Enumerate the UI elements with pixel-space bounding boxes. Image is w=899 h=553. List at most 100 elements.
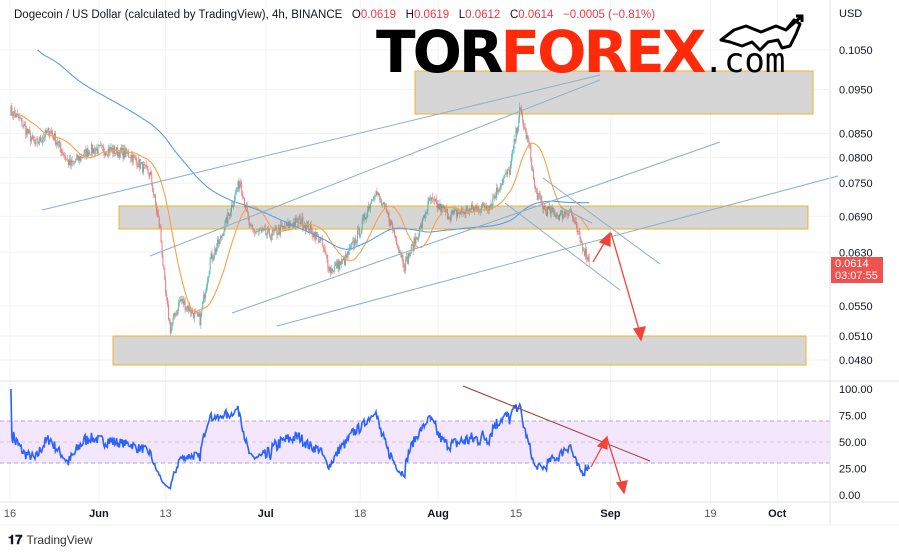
- candle: [144, 164, 146, 170]
- candle: [585, 246, 587, 263]
- candle: [215, 247, 217, 255]
- candle: [95, 144, 97, 151]
- candle: [221, 233, 223, 241]
- candle: [15, 109, 17, 118]
- candle: [177, 308, 179, 316]
- candle: [379, 193, 381, 204]
- candle: [360, 229, 362, 235]
- candle: [33, 135, 35, 144]
- candle: [198, 310, 200, 318]
- candle: [584, 247, 586, 257]
- candle: [79, 156, 81, 163]
- candle: [150, 167, 152, 175]
- candle: [140, 158, 142, 170]
- candle: [184, 296, 186, 314]
- candle: [129, 154, 131, 163]
- tradingview-logo[interactable]: 𝟏𝟕 TradingView: [8, 532, 93, 548]
- candle: [47, 127, 49, 133]
- candle: [243, 195, 245, 200]
- candle: [142, 161, 144, 175]
- candle: [191, 309, 193, 317]
- candle: [213, 253, 215, 261]
- candle: [218, 236, 219, 249]
- candle: [432, 197, 434, 204]
- symbol-title[interactable]: Dogecoin / US Dollar (calculated by Trad…: [14, 9, 342, 21]
- candle: [190, 308, 192, 318]
- candle: [327, 254, 329, 273]
- candle: [67, 159, 69, 168]
- candle: [104, 147, 106, 159]
- tradingview-logo-icon: 𝟏𝟕: [8, 532, 23, 547]
- candle: [358, 226, 360, 239]
- candle: [44, 128, 46, 142]
- candle: [118, 151, 120, 161]
- candle: [10, 105, 12, 117]
- candle: [64, 151, 66, 161]
- candle: [43, 134, 45, 143]
- candle: [145, 160, 147, 169]
- time-tick-label: 19: [704, 508, 716, 520]
- rsi-axis[interactable]: 100.00 75.00 50.00 25.00 0.00: [839, 384, 873, 502]
- candle: [91, 144, 93, 158]
- candle: [493, 193, 495, 199]
- time-tick-label: 15: [510, 508, 522, 520]
- candle: [206, 276, 208, 291]
- candle: [172, 313, 174, 326]
- candle: [405, 255, 407, 274]
- candle: [515, 125, 517, 144]
- candle: [238, 177, 240, 193]
- candle: [163, 264, 165, 270]
- candle: [216, 242, 218, 256]
- candle: [12, 111, 14, 120]
- candle: [24, 121, 26, 127]
- candle: [396, 242, 398, 249]
- candle: [510, 153, 512, 169]
- candle: [102, 144, 104, 152]
- bull-icon: [719, 14, 804, 52]
- candle: [321, 234, 323, 247]
- candle: [407, 251, 409, 266]
- candle: [15, 112, 17, 118]
- candle: [56, 138, 58, 147]
- candle: [335, 259, 337, 269]
- candle: [509, 161, 511, 176]
- candle: [186, 305, 188, 312]
- watermark-tor: TOR: [376, 18, 504, 86]
- candle: [341, 256, 343, 268]
- candle: [74, 161, 76, 164]
- candle: [222, 232, 224, 237]
- candle: [205, 288, 207, 302]
- candle: [375, 190, 377, 197]
- candle: [376, 187, 378, 198]
- candle: [328, 266, 330, 273]
- candle: [339, 260, 341, 271]
- candle: [176, 309, 178, 317]
- forecast-arrows: [592, 231, 646, 342]
- candle: [255, 230, 257, 236]
- price-axis[interactable]: 0.10500.09500.08500.08000.07500.06900.06…: [839, 45, 873, 367]
- candle: [372, 195, 374, 202]
- candle: [513, 134, 515, 154]
- candle: [58, 137, 60, 147]
- price-tick-label: 0.0950: [839, 85, 873, 97]
- candle: [61, 149, 63, 157]
- candle: [331, 264, 333, 276]
- candle: [417, 236, 419, 241]
- candle: [342, 258, 344, 265]
- open-label: O: [351, 9, 361, 21]
- candle: [377, 192, 379, 196]
- time-axis[interactable]: 16 Jun 13 Jul 18 Aug 15 Sep 19 Oct: [4, 508, 787, 520]
- candle: [25, 121, 27, 140]
- candle: [496, 183, 497, 201]
- candle: [121, 144, 123, 156]
- candle: [217, 236, 219, 252]
- candle: [99, 144, 101, 149]
- candle: [66, 155, 68, 163]
- candle: [318, 234, 320, 245]
- candle: [220, 235, 222, 242]
- candle: [506, 170, 508, 177]
- candle: [174, 311, 176, 320]
- candle: [164, 267, 166, 281]
- candle: [349, 244, 351, 251]
- candle: [446, 207, 448, 220]
